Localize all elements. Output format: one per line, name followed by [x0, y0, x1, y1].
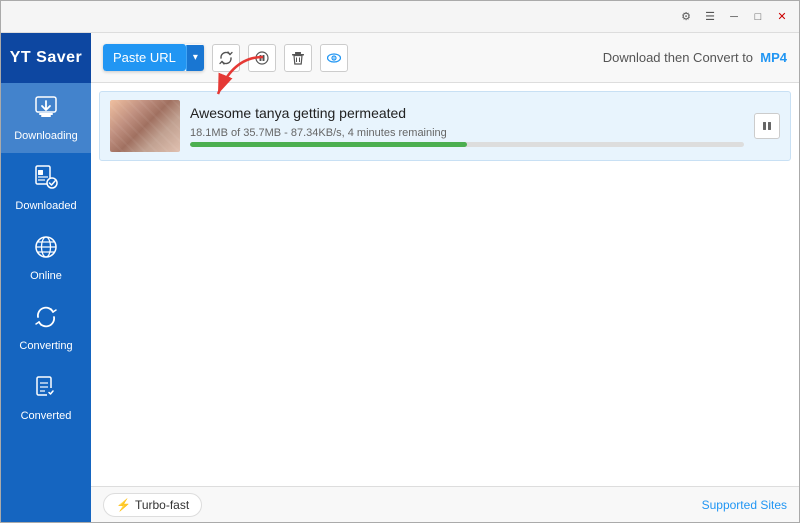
paste-url-dropdown[interactable]: ▾: [186, 45, 204, 71]
turbo-label: Turbo-fast: [135, 498, 189, 512]
item-pause-button[interactable]: [754, 113, 780, 139]
download-stats: 18.1MB of 35.7MB - 87.34KB/s, 4 minutes …: [190, 127, 744, 139]
sidebar-converting-label: Converting: [19, 340, 72, 352]
supported-sites-link[interactable]: Supported Sites: [702, 498, 787, 512]
sidebar-downloading-label: Downloading: [14, 130, 78, 142]
download-info: Awesome tanya getting permeated 18.1MB o…: [190, 105, 744, 147]
preview-button[interactable]: [320, 44, 348, 72]
turbo-fast-button[interactable]: ⚡ Turbo-fast: [103, 493, 202, 517]
paste-url-label: Paste URL: [113, 50, 176, 65]
sidebar-item-converting[interactable]: Converting: [1, 293, 91, 363]
sidebar-item-online[interactable]: Online: [1, 223, 91, 293]
sidebar-converted-label: Converted: [21, 410, 72, 422]
app-logo: YT Saver: [1, 33, 91, 83]
sidebar-item-downloaded[interactable]: Downloaded: [1, 153, 91, 223]
toolbar-right: Download then Convert to MP4: [603, 50, 787, 65]
sidebar: YT Saver Downloading: [1, 33, 91, 522]
app-name: YT Saver: [10, 49, 82, 67]
minimize-btn[interactable]: ─: [725, 8, 743, 26]
download-actions: [754, 113, 780, 139]
toolbar: Paste URL ▾: [91, 33, 799, 83]
settings-btn[interactable]: ⚙: [677, 8, 695, 26]
download-title: Awesome tanya getting permeated: [190, 105, 744, 121]
sidebar-item-downloading[interactable]: Downloading: [1, 83, 91, 153]
downloading-icon: [33, 94, 59, 126]
close-btn[interactable]: ✕: [773, 8, 791, 26]
online-icon: [33, 234, 59, 266]
download-progress-row: 18.1MB of 35.7MB - 87.34KB/s, 4 minutes …: [190, 127, 744, 147]
maximize-btn[interactable]: □: [749, 8, 767, 26]
main-layout: YT Saver Downloading: [1, 33, 799, 522]
toolbar-left: Paste URL ▾: [103, 44, 348, 72]
format-link[interactable]: MP4: [760, 50, 787, 65]
app-container: ⚙ ☰ ─ □ ✕ YT Saver D: [0, 0, 800, 523]
download-item: Awesome tanya getting permeated 18.1MB o…: [99, 91, 791, 161]
menu-btn[interactable]: ☰: [701, 8, 719, 26]
paste-url-button[interactable]: Paste URL: [103, 44, 186, 71]
converting-icon: [33, 304, 59, 336]
title-bar: ⚙ ☰ ─ □ ✕: [1, 1, 799, 33]
refresh-button[interactable]: [212, 44, 240, 72]
sidebar-downloaded-label: Downloaded: [15, 200, 76, 212]
download-thumbnail: [110, 100, 180, 152]
converted-icon: [33, 374, 59, 406]
sidebar-item-converted[interactable]: Converted: [1, 363, 91, 433]
pause-all-button[interactable]: [248, 44, 276, 72]
progress-bar-fill: [190, 142, 467, 147]
lightning-icon: ⚡: [116, 498, 131, 512]
download-list: Awesome tanya getting permeated 18.1MB o…: [91, 83, 799, 486]
progress-bar-background: [190, 142, 744, 147]
downloaded-icon: [33, 164, 59, 196]
footer: ⚡ Turbo-fast Supported Sites: [91, 486, 799, 522]
download-convert-text: Download then Convert to: [603, 50, 753, 65]
sidebar-online-label: Online: [30, 270, 62, 282]
content-area: Paste URL ▾: [91, 33, 799, 522]
delete-button[interactable]: [284, 44, 312, 72]
